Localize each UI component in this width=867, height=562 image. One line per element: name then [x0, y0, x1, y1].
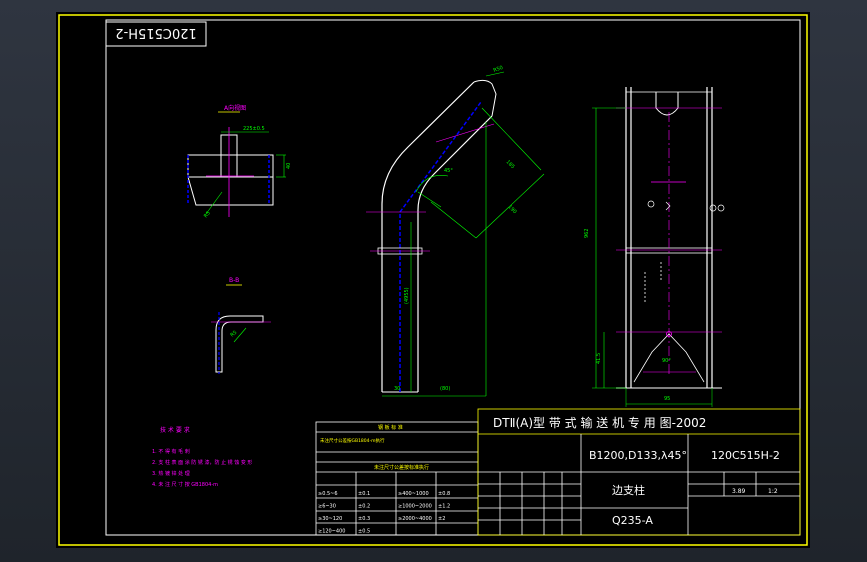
drawing-sheet[interactable]: 120C515H-2 A向视图 225±0.5 40 R5 B-B R5 R50…	[56, 12, 810, 548]
tolerance-cell: ≥30~120	[318, 516, 342, 522]
tolerance-cell: ±0.2	[358, 504, 370, 510]
part-name: 边支柱	[612, 483, 645, 497]
dim-len3: 30	[394, 386, 400, 392]
tolerance-cell: ±1.2	[438, 504, 450, 510]
dim-len1: (4955)	[404, 287, 410, 304]
bent-column-view	[366, 71, 545, 397]
view-b-shape	[211, 312, 271, 374]
view-a-shape	[187, 127, 286, 217]
tech-req-item-3: 3. 热 镀 锌 处 理	[152, 470, 190, 477]
tolerance-rows: ≥0.5~6 ±0.1 ≥400~1000 ±0.8 ≥6~30 ±0.2 ≥1000~20…	[318, 491, 450, 535]
dim-angle: 45°	[444, 168, 453, 174]
dim-a-r: R5	[203, 210, 212, 219]
material: Q235-A	[612, 514, 653, 527]
section-a-label: A向视图	[224, 104, 246, 112]
tolerance-cell: ±0.1	[358, 491, 370, 497]
sheet-inner-frame	[105, 19, 801, 536]
section-b-label: B-B	[229, 277, 239, 284]
dim-diag1: 185	[505, 159, 516, 170]
dim-right-height: 962	[584, 228, 590, 238]
dim-right-angle: 90°	[662, 358, 671, 364]
tech-req-item-1: 1. 不 得 有 毛 刺	[152, 448, 190, 455]
dim-a-width: 225±0.5	[243, 126, 265, 132]
dim-b-r: R5	[229, 330, 238, 339]
tolerance-title-2: 未注尺寸公差按标准执行	[374, 464, 429, 471]
drawing-canvas: 120C515H-2 A向视图 225±0.5 40 R5 B-B R5 R50…	[58, 14, 808, 546]
dim-len2: (80)	[440, 386, 450, 392]
right-side-view	[592, 87, 725, 407]
svg-text:未注尺寸公差按GB1804-m执行: 未注尺寸公差按GB1804-m执行	[320, 437, 385, 444]
dim-right-width: 95	[664, 396, 670, 402]
scale: 1:2	[768, 488, 778, 495]
cad-viewport[interactable]: 120C515H-2 A向视图 225±0.5 40 R5 B-B R5 R50…	[0, 0, 867, 562]
dim-right-bottom: 41.5	[596, 353, 602, 364]
tolerance-title-1: 钢 板 标 准	[378, 424, 403, 431]
dim-diag2: 190	[507, 204, 518, 215]
tolerance-cell: ≥1000~2000	[398, 504, 432, 510]
tech-req-item-2: 2. 支 柱 表 面 涂 防 锈 漆，防 止 锈 蚀 变 形	[152, 459, 252, 466]
spec-text: B1200,D133,λ45°	[589, 449, 687, 462]
tech-req-title: 技 术 要 求	[160, 426, 190, 434]
tolerance-cell: ±0.3	[358, 516, 370, 522]
tolerance-cell: ±0.8	[438, 491, 450, 497]
tolerance-cell: ≥6~30	[318, 504, 336, 510]
drawing-number: 120C515H-2	[711, 449, 780, 462]
tolerance-cell: ±0.5	[358, 529, 370, 535]
tolerance-cell: ≥120~400	[318, 529, 345, 535]
tolerance-cell: ≥0.5~6	[318, 491, 338, 497]
tolerance-cell: ≥400~1000	[398, 491, 429, 497]
series-title: DTⅡ(A)型 带 式 输 送 机 专 用 图-2002	[493, 415, 706, 430]
flipped-drawing-number: 120C515H-2	[115, 25, 196, 40]
weight: 3.89	[732, 488, 746, 495]
dim-a-height: 40	[286, 163, 292, 169]
tolerance-cell: ±2	[438, 516, 445, 522]
tolerance-cell: ≥2000~4000	[398, 516, 432, 522]
tech-req-item-4: 4. 未 注 尺 寸 按 GB1804-m	[152, 481, 218, 488]
